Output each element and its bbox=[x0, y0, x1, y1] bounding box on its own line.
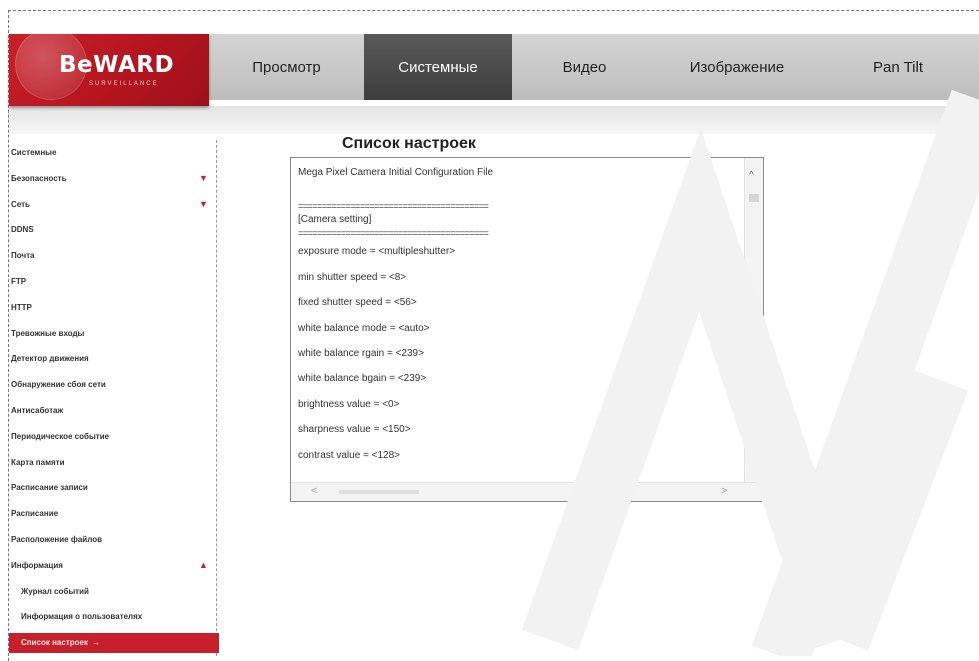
sidebar-item-label: Журнал событий bbox=[21, 586, 89, 596]
header: BeWARD SURVEILLANCE Просмотр Системные В… bbox=[9, 34, 979, 106]
top-nav: Просмотр Системные Видео Изображение Pan… bbox=[209, 34, 979, 100]
config-header-line: Mega Pixel Camera Initial Configuration … bbox=[298, 167, 494, 178]
sidebar-item-alarm-inputs[interactable]: Тревожные входы bbox=[9, 321, 217, 347]
sidebar-item-label: Расписание bbox=[11, 509, 59, 519]
settings-text: Mega Pixel Camera Initial Configuration … bbox=[298, 160, 738, 468]
section-line: [Camera setting] bbox=[298, 214, 372, 226]
sidebar-item-tamper[interactable]: Антисаботаж bbox=[9, 398, 217, 424]
arrow-right-icon: → bbox=[91, 638, 100, 648]
sidebar-item-motion-detection[interactable]: Детектор движения bbox=[9, 346, 217, 372]
sidebar-item-label: Безопасность bbox=[11, 173, 67, 183]
logo-subtitle: SURVEILLANCE bbox=[89, 81, 159, 87]
setting-line: white balance bgain = <239> bbox=[298, 373, 427, 385]
chevron-down-icon: ▼ bbox=[199, 198, 208, 209]
settings-textarea[interactable]: Mega Pixel Camera Initial Configuration … bbox=[290, 157, 764, 502]
separator-line: ======================================== bbox=[298, 201, 489, 212]
sidebar-item-network-failure[interactable]: Обнаружение сбоя сети bbox=[9, 372, 217, 398]
sidebar-item-label: Информация bbox=[11, 560, 63, 570]
sidebar-item-label: HTTP bbox=[11, 302, 32, 312]
sidebar-item-mail[interactable]: Почта bbox=[9, 243, 217, 269]
sidebar-item-label: Расположение файлов bbox=[11, 534, 102, 544]
sidebar-item-label: Почта bbox=[11, 251, 35, 261]
sidebar-item-periodic-event[interactable]: Периодическое событие bbox=[9, 424, 217, 450]
tab-image[interactable]: Изображение bbox=[657, 34, 817, 100]
setting-line: sharpness value = <150> bbox=[298, 424, 411, 436]
sidebar-item-label: DDNS bbox=[11, 225, 34, 235]
sidebar-item-label: Обнаружение сбоя сети bbox=[11, 380, 106, 390]
chevron-right-icon[interactable]: > bbox=[721, 485, 727, 497]
sidebar-item-record-schedule[interactable]: Расписание записи bbox=[9, 475, 217, 501]
setting-line: contrast value = <128> bbox=[298, 449, 401, 461]
sidebar-item-information[interactable]: Информация ▲ bbox=[9, 553, 217, 579]
chevron-down-icon: ▼ bbox=[199, 172, 208, 183]
chevron-left-icon[interactable]: < bbox=[311, 485, 317, 497]
sidebar-item-security[interactable]: Безопасность ▼ bbox=[9, 166, 217, 192]
sidebar-item-memory-card[interactable]: Карта памяти bbox=[9, 450, 217, 476]
horizontal-scrollbar[interactable]: < > bbox=[291, 482, 763, 501]
sidebar-item-label: Карта памяти bbox=[11, 457, 65, 467]
sidebar-item-system[interactable]: Системные bbox=[9, 140, 217, 166]
setting-line: white balance mode = <auto> bbox=[298, 322, 430, 334]
logo-text: BeWARD bbox=[59, 52, 175, 78]
sidebar-item-schedule[interactable]: Расписание bbox=[9, 501, 217, 527]
chevron-down-icon[interactable]: ⌄ bbox=[749, 458, 757, 469]
tab-pan-tilt[interactable]: Pan Tilt bbox=[817, 34, 979, 100]
scroll-thumb[interactable] bbox=[749, 194, 759, 202]
setting-line: min shutter speed = <8> bbox=[298, 271, 407, 283]
sidebar-item-label: Антисаботаж bbox=[11, 405, 64, 415]
vertical-scrollbar[interactable]: ^ ⌄ bbox=[744, 158, 763, 483]
tab-video[interactable]: Видео bbox=[512, 34, 657, 100]
sidebar-item-label: Периодическое событие bbox=[11, 431, 110, 441]
setting-line: exposure mode = <multipleshutter> bbox=[298, 246, 456, 258]
tab-view[interactable]: Просмотр bbox=[209, 34, 364, 100]
sidebar-item-network[interactable]: Сеть ▼ bbox=[9, 192, 217, 218]
chevron-up-icon[interactable]: ^ bbox=[749, 170, 754, 181]
sidebar-item-http[interactable]: HTTP bbox=[9, 295, 217, 321]
setting-line: fixed shutter speed = <56> bbox=[298, 297, 417, 309]
sidebar-item-label: Тревожные входы bbox=[11, 328, 85, 338]
setting-line: brightness value = <0> bbox=[298, 398, 400, 410]
logo[interactable]: BeWARD SURVEILLANCE bbox=[9, 34, 209, 106]
chevron-up-icon: ▲ bbox=[199, 559, 208, 570]
sidebar-item-ddns[interactable]: DDNS bbox=[9, 217, 217, 243]
separator-line: ======================================== bbox=[298, 228, 489, 239]
page-title: Список настроек bbox=[342, 135, 476, 152]
sidebar-item-file-location[interactable]: Расположение файлов bbox=[9, 527, 217, 553]
header-subbar bbox=[9, 106, 979, 134]
scroll-thumb[interactable] bbox=[339, 490, 419, 494]
sidebar-item-label: Расписание записи bbox=[11, 483, 88, 493]
sidebar-subitem-user-info[interactable]: Информация о пользователях bbox=[9, 604, 217, 630]
sidebar-item-ftp[interactable]: FTP bbox=[9, 269, 217, 295]
tab-system[interactable]: Системные bbox=[364, 34, 512, 100]
sidebar-item-label: Список настроек bbox=[21, 638, 88, 648]
sidebar-item-label: Сеть bbox=[11, 199, 30, 209]
sidebar-subitem-settings-list[interactable]: Список настроек → bbox=[9, 633, 219, 654]
sidebar-subitem-event-log[interactable]: Журнал событий bbox=[9, 579, 217, 605]
sidebar-item-label: Системные bbox=[11, 148, 57, 157]
sidebar-item-label: FTP bbox=[11, 276, 27, 286]
setting-line: white balance rgain = <239> bbox=[298, 347, 424, 359]
sidebar-item-label: Детектор движения bbox=[11, 354, 89, 364]
sidebar-item-label: Информация о пользователях bbox=[21, 612, 143, 622]
sidebar: Системные Безопасность ▼ Сеть ▼ DDNS Почта… bbox=[9, 140, 219, 654]
